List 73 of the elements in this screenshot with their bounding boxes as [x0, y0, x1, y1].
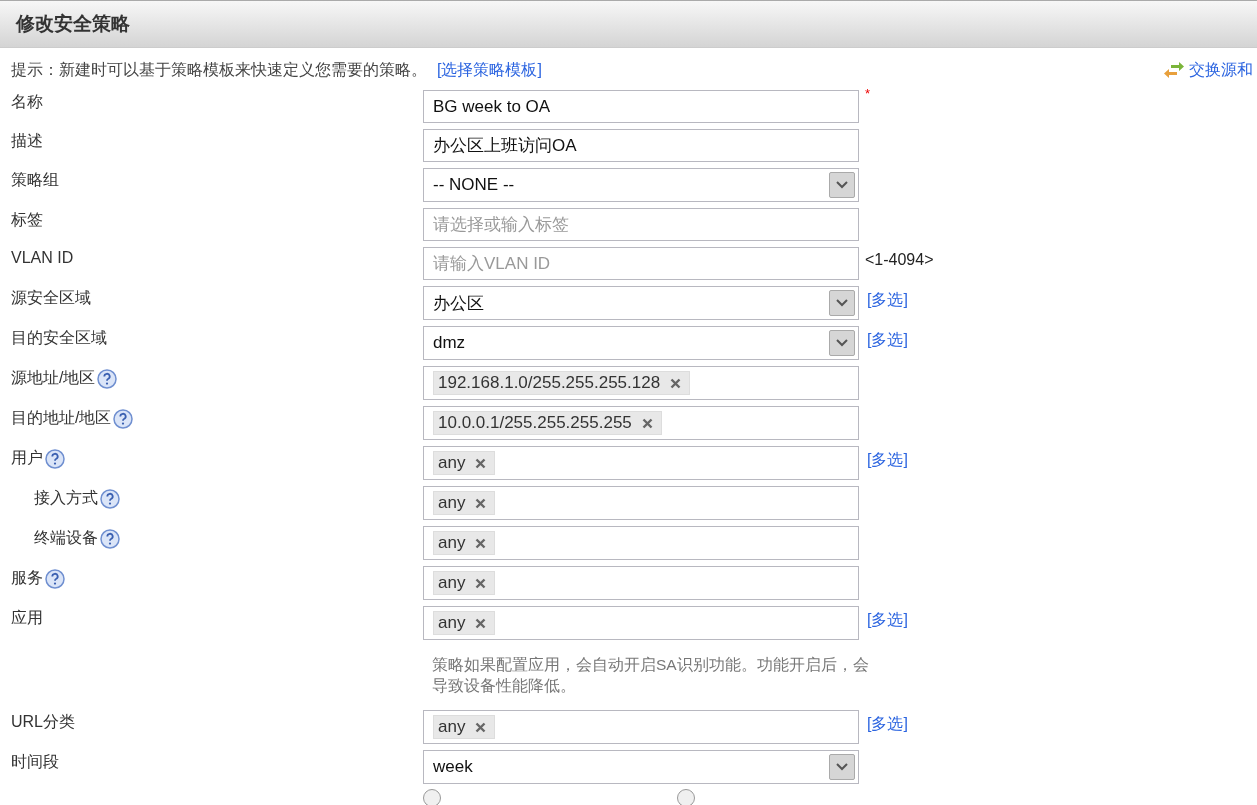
- remove-icon[interactable]: [475, 497, 487, 509]
- radio-button[interactable]: [677, 789, 695, 805]
- field-label: 目的安全区域: [11, 328, 107, 348]
- tag-field[interactable]: any: [423, 710, 859, 744]
- swap-arrows-icon: [1163, 62, 1185, 78]
- tag-field[interactable]: any: [423, 526, 859, 560]
- tag: any: [433, 611, 496, 635]
- field-label: 服务: [11, 568, 43, 588]
- tag-field[interactable]: any: [423, 446, 859, 480]
- help-icon[interactable]: [113, 408, 134, 429]
- select-field[interactable]: week: [423, 750, 859, 784]
- field-label: 描述: [11, 131, 43, 151]
- tag-field[interactable]: 192.168.1.0/255.255.255.128: [423, 366, 859, 400]
- input-field[interactable]: 请选择或输入标签: [423, 208, 859, 241]
- range-hint: <1-4094>: [865, 251, 934, 269]
- remove-icon[interactable]: [475, 577, 487, 589]
- remove-icon[interactable]: [475, 537, 487, 549]
- tag: any: [433, 571, 496, 595]
- select-field[interactable]: 办公区: [423, 286, 859, 320]
- field-label: VLAN ID: [11, 249, 74, 267]
- field-label: 名称: [11, 92, 43, 112]
- tip-text: 提示：新建时可以基于策略模板来快速定义您需要的策略。: [11, 59, 427, 80]
- select-field[interactable]: dmz: [423, 326, 859, 360]
- tag-field[interactable]: 10.0.0.1/255.255.255.255: [423, 406, 859, 440]
- dropdown-icon[interactable]: [829, 754, 855, 780]
- remove-icon[interactable]: [475, 457, 487, 469]
- required-mark: *: [865, 86, 871, 101]
- tag: any: [433, 451, 496, 475]
- help-icon[interactable]: [45, 568, 65, 589]
- remove-icon[interactable]: [641, 417, 653, 429]
- tag: 10.0.0.1/255.255.255.255: [433, 411, 662, 435]
- input-field[interactable]: 办公区上班访问OA: [423, 129, 859, 162]
- multi-select-link[interactable]: [多选]: [867, 450, 908, 471]
- field-label: 目的地址/地区: [11, 408, 112, 428]
- field-label: 源地址/地区: [11, 368, 96, 388]
- field-label: 应用: [11, 608, 43, 628]
- help-icon[interactable]: [100, 528, 120, 549]
- field-label: 源安全区域: [11, 288, 91, 308]
- tag-field[interactable]: any: [423, 606, 859, 640]
- remove-icon[interactable]: [670, 377, 682, 389]
- field-label: 接入方式: [34, 488, 98, 508]
- input-field[interactable]: BG week to OA: [423, 90, 859, 123]
- field-label: URL分类: [11, 712, 75, 732]
- select-field[interactable]: -- NONE --: [423, 168, 859, 202]
- field-label: 策略组: [11, 170, 59, 190]
- multi-select-link[interactable]: [多选]: [867, 330, 908, 351]
- tag: any: [433, 531, 496, 555]
- template-link[interactable]: [选择策略模板]: [437, 59, 542, 81]
- dropdown-icon[interactable]: [829, 290, 855, 316]
- multi-select-link[interactable]: [多选]: [867, 714, 908, 735]
- dropdown-icon[interactable]: [829, 172, 855, 198]
- remove-icon[interactable]: [475, 617, 487, 629]
- field-label: 时间段: [11, 752, 59, 772]
- help-icon[interactable]: [45, 448, 65, 469]
- input-field[interactable]: 请输入VLAN ID: [423, 247, 859, 280]
- remove-icon[interactable]: [475, 721, 487, 733]
- multi-select-link[interactable]: [多选]: [867, 290, 908, 311]
- swap-link[interactable]: 交换源和: [1163, 59, 1253, 81]
- field-label: 用户: [11, 448, 43, 468]
- field-label: 终端设备: [34, 528, 98, 548]
- tag: any: [433, 715, 496, 739]
- tag-field[interactable]: any: [423, 566, 859, 600]
- field-label: 标签: [11, 210, 43, 230]
- tag-field[interactable]: any: [423, 486, 859, 520]
- page-title: 修改安全策略: [16, 12, 130, 36]
- radio-button[interactable]: [423, 789, 441, 805]
- tag: 192.168.1.0/255.255.255.128: [433, 371, 691, 395]
- hint-text: 策略如果配置应用，会自动开启SA识别功能。功能开启后，会导致设备性能降低。: [431, 655, 870, 696]
- help-icon[interactable]: [100, 488, 120, 509]
- tag: any: [433, 491, 496, 515]
- dropdown-icon[interactable]: [829, 330, 855, 356]
- multi-select-link[interactable]: [多选]: [867, 610, 908, 631]
- help-icon[interactable]: [97, 368, 118, 389]
